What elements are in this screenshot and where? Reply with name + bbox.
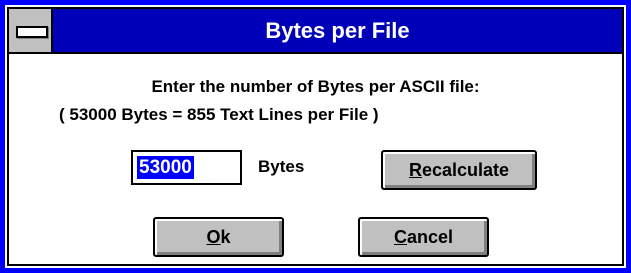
system-menu-bar-glyph <box>16 26 48 38</box>
title-bar[interactable]: Bytes per File <box>9 9 622 54</box>
recalculate-button[interactable]: Recalculate <box>381 150 537 190</box>
dialog-window: Bytes per File Enter the number of Bytes… <box>0 0 631 273</box>
recalculate-mnemonic: R <box>408 160 422 180</box>
dialog-body: Bytes per File Enter the number of Bytes… <box>7 7 624 266</box>
bytes-input[interactable]: 53000 <box>131 150 242 185</box>
ok-label-rest: k <box>220 227 231 247</box>
cancel-label-rest: ancel <box>406 227 454 247</box>
ok-button[interactable]: Ok <box>153 217 284 257</box>
bytes-input-selected-value[interactable]: 53000 <box>137 156 194 179</box>
prompt-text: Enter the number of Bytes per ASCII file… <box>151 77 480 96</box>
bytes-lines-info: ( 53000 Bytes = 855 Text Lines per File … <box>59 105 379 124</box>
recalculate-label-rest: ecalculate <box>421 160 510 180</box>
ok-mnemonic: O <box>206 227 221 247</box>
bytes-unit-label: Bytes <box>258 157 305 176</box>
cancel-mnemonic: C <box>393 227 407 247</box>
window-title: Bytes per File <box>265 18 410 43</box>
system-menu-icon[interactable] <box>9 9 53 52</box>
cancel-button[interactable]: Cancel <box>358 217 489 257</box>
